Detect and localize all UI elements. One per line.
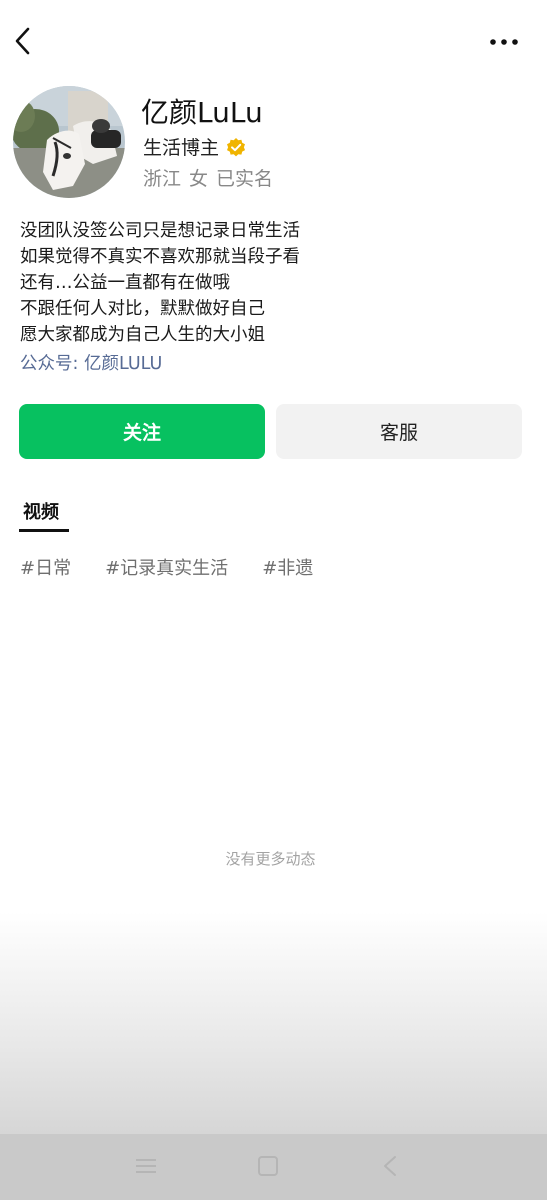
meta-row: 浙江 女 已实名 (143, 162, 281, 192)
chevron-left-icon (15, 27, 30, 55)
tag-item[interactable]: #记录真实生活 (105, 554, 228, 584)
verified-badge-icon (225, 137, 247, 159)
tag-item[interactable]: #非遗 (262, 554, 313, 584)
bottom-gradient (0, 912, 547, 1134)
role-label: 生活博主 (143, 137, 220, 159)
top-bar (0, 0, 547, 84)
bio-line: 还有…公益一直都有在做哦 (20, 273, 230, 293)
role-row: 生活博主 (143, 134, 247, 162)
bio-line: 如果觉得不真实不喜欢那就当段子看 (20, 247, 300, 267)
official-account-link[interactable]: 公众号: 亿颜LULU (20, 350, 520, 378)
tag-item[interactable]: #日常 (20, 554, 71, 584)
bio: 没团队没签公司只是想记录日常生活 如果觉得不真实不喜欢那就当段子看 还有…公益一… (20, 218, 520, 378)
system-navigation-bar (0, 1134, 547, 1200)
home-button[interactable] (248, 1146, 288, 1186)
gender-text: 女 (189, 167, 209, 190)
profile-name: 亿颜LuLu (141, 96, 263, 129)
system-back-button[interactable] (370, 1146, 410, 1186)
customer-service-button[interactable]: 客服 (276, 404, 522, 459)
more-options-button[interactable] (484, 25, 524, 59)
bio-line: 愿大家都成为自己人生的大小姐 (20, 325, 265, 345)
tab-video-label: 视频 (23, 502, 59, 523)
tab-active-indicator (19, 529, 69, 532)
region-text: 浙江 (143, 167, 182, 190)
back-button[interactable] (6, 22, 40, 60)
menu-icon (136, 1159, 156, 1173)
home-square-icon (258, 1156, 278, 1176)
bio-line: 不跟任何人对比，默默做好自己 (20, 299, 265, 319)
bio-line: 没团队没签公司只是想记录日常生活 (20, 221, 300, 241)
verification-status: 已实名 (216, 167, 274, 190)
menu-button[interactable] (126, 1146, 166, 1186)
empty-feed-message: 没有更多动态 (225, 850, 316, 868)
follow-button[interactable]: 关注 (19, 404, 265, 459)
avatar[interactable] (13, 86, 125, 198)
back-triangle-icon (384, 1156, 396, 1176)
tab-video[interactable]: 视频 (19, 496, 69, 532)
tag-list: #日常 #记录真实生活 #非遗 (20, 554, 313, 584)
more-dots-icon (490, 39, 518, 45)
avatar-image (13, 86, 125, 198)
